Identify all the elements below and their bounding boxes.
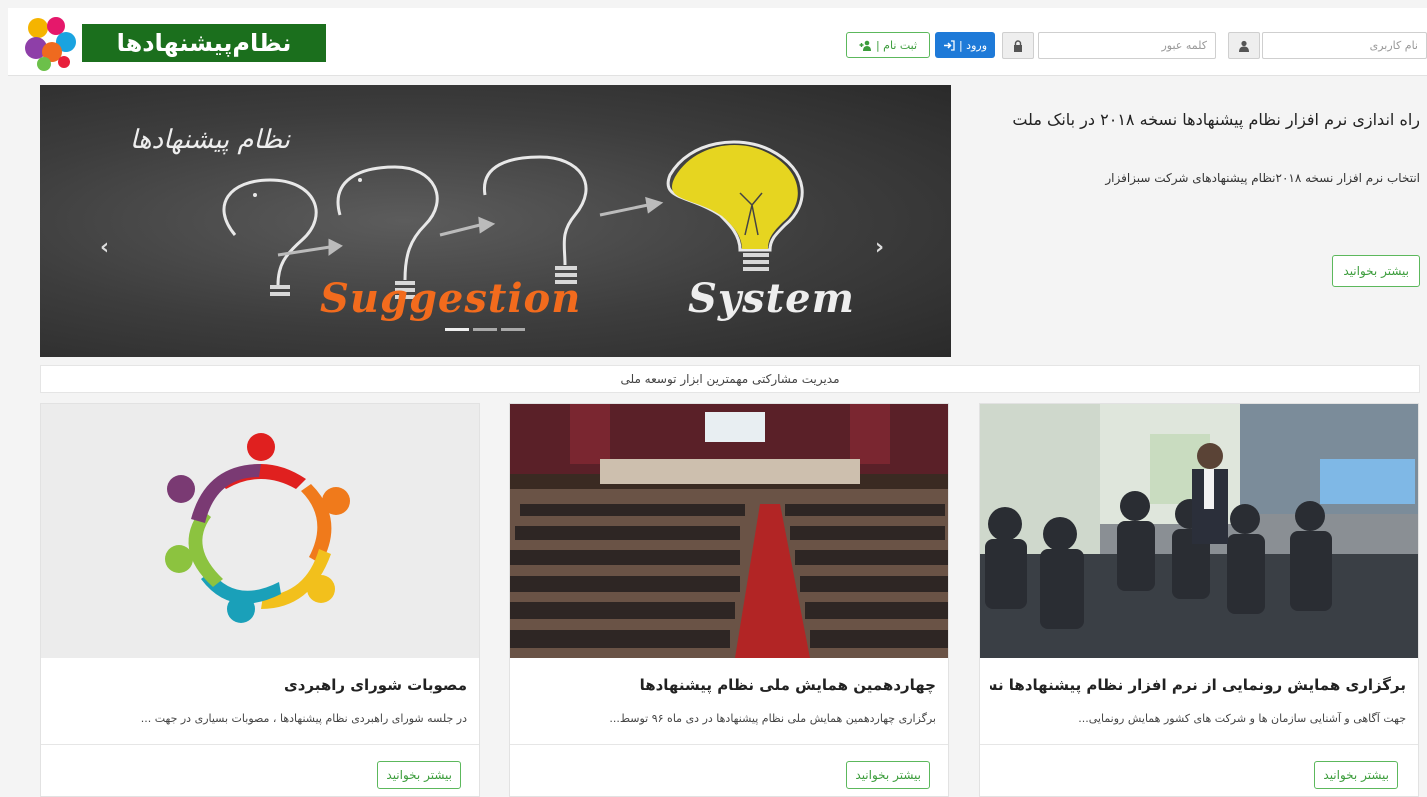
card-divider — [510, 744, 948, 745]
password-input[interactable] — [1039, 33, 1215, 58]
add-user-icon — [859, 40, 871, 51]
header: نظام‌پیشنهادها ورود | ثبت نام | — [8, 8, 1427, 76]
chevron-right-icon[interactable]: › — [875, 235, 884, 260]
lock-icon — [1002, 32, 1034, 59]
news-card: مصوبات شورای راهبردی در جلسه شورای راهبر… — [40, 403, 480, 797]
read-more-button[interactable]: بیشتر بخوانید — [1314, 761, 1398, 789]
news-card-title[interactable]: برگزاری همایش رونمایی از نرم افزار نظام … — [990, 676, 1406, 694]
card-divider — [41, 744, 479, 745]
banner-word-suggestion: Suggestion — [320, 275, 582, 322]
logo-people-icon — [25, 17, 76, 71]
login-label: ورود | — [958, 38, 988, 52]
register-label: ثبت نام | — [875, 38, 918, 52]
login-button[interactable]: ورود | — [935, 32, 995, 58]
carousel-indicator[interactable] — [445, 328, 469, 331]
sign-in-icon — [943, 39, 955, 51]
news-card-title[interactable]: مصوبات شورای راهبردی — [51, 676, 467, 694]
carousel-indicators — [445, 328, 525, 331]
site-logo[interactable]: نظام‌پیشنهادها — [22, 14, 326, 74]
carousel-indicator[interactable] — [501, 328, 525, 331]
chevron-left-icon[interactable]: ‹ — [100, 235, 109, 260]
featured-news: راه اندازی نرم افزار نظام پیشنهادها نسخه… — [960, 110, 1420, 287]
news-card-image-teamwork[interactable] — [41, 404, 479, 658]
password-field[interactable] — [1038, 32, 1216, 59]
read-more-button[interactable]: بیشتر بخوانید — [377, 761, 461, 789]
carousel-indicator[interactable] — [473, 328, 497, 331]
news-card: چهاردهمین همایش ملی نظام پیشنهادها برگزا… — [509, 403, 949, 797]
news-card-image-exhibition[interactable] — [980, 404, 1418, 658]
news-card-image-conference[interactable] — [510, 404, 948, 658]
register-button[interactable]: ثبت نام | — [846, 32, 930, 58]
banner-word-system: System — [688, 275, 855, 322]
featured-news-description: انتخاب نرم افزار نسخه ۲۰۱۸نظام پیشنهادها… — [1105, 171, 1420, 185]
news-card-description: در جلسه شورای راهبردی نظام پیشنهادها ، م… — [140, 712, 467, 725]
hero-carousel[interactable]: نظام پیشنهادها Suggestion System ‹ › — [40, 85, 951, 357]
news-card-description: جهت آگاهی و آشنایی سازمان ها و شرکت های … — [1078, 712, 1406, 725]
card-divider — [980, 744, 1418, 745]
news-card-title[interactable]: چهاردهمین همایش ملی نظام پیشنهادها — [520, 676, 936, 694]
news-card-description: برگزاری چهاردهمین همایش ملی نظام پیشنهاد… — [609, 712, 936, 725]
username-input[interactable] — [1263, 33, 1426, 58]
username-field[interactable] — [1262, 32, 1427, 59]
carousel-title: نظام پیشنهادها — [129, 125, 290, 155]
news-card: برگزاری همایش رونمایی از نرم افزار نظام … — [979, 403, 1419, 797]
logo-text: نظام‌پیشنهادها — [82, 24, 326, 62]
featured-read-more-button[interactable]: بیشتر بخوانید — [1332, 255, 1420, 287]
user-icon — [1228, 32, 1260, 59]
slogan-bar: مدیریت مشارکتی مهمترین ابزار توسعه ملی — [40, 365, 1420, 393]
featured-news-title[interactable]: راه اندازی نرم افزار نظام پیشنهادها نسخه… — [960, 110, 1420, 129]
read-more-button[interactable]: بیشتر بخوانید — [846, 761, 930, 789]
